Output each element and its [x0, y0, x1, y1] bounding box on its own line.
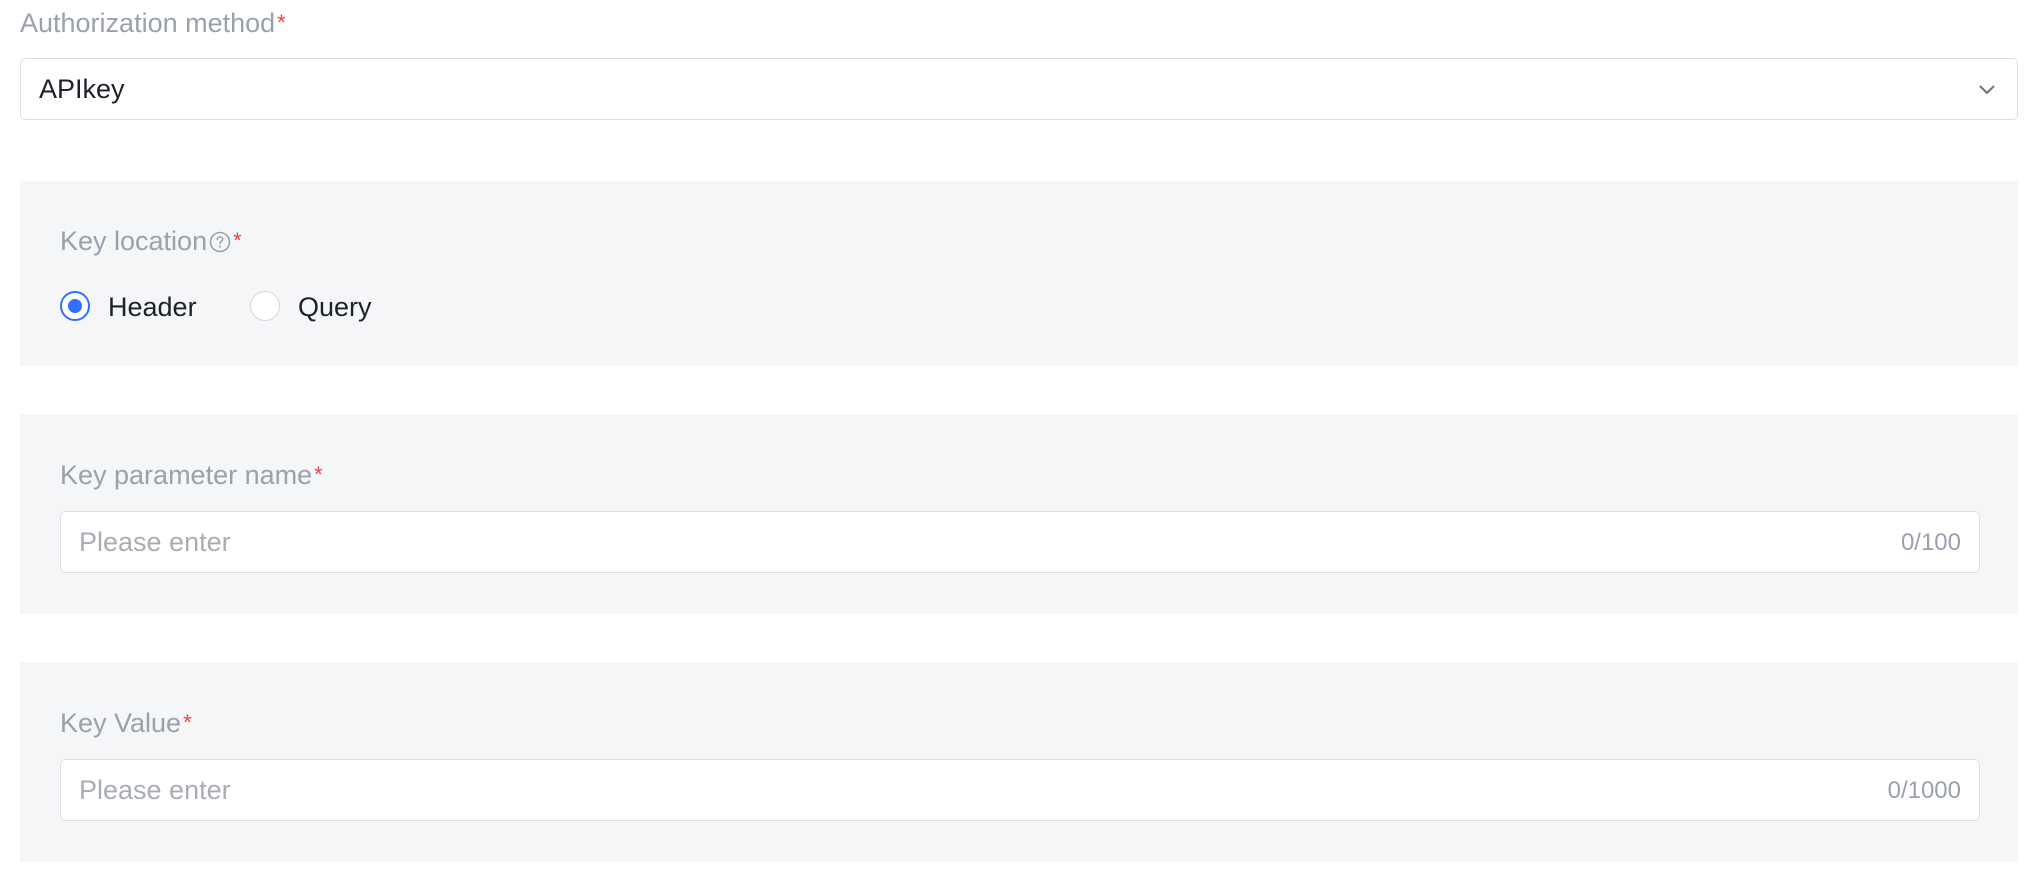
key-value-label: Key Value* [60, 706, 192, 740]
key-location-label: Key location * [60, 224, 242, 258]
auth-method-select[interactable]: APIkey [20, 58, 2018, 120]
radio-circle-checked[interactable] [60, 291, 90, 321]
required-mark: * [183, 710, 192, 735]
key-param-name-label: Key parameter name* [60, 458, 323, 492]
key-param-name-input[interactable] [79, 524, 1779, 560]
auth-method-label: Authorization method* [20, 6, 286, 40]
radio-circle-unchecked[interactable] [250, 291, 280, 321]
key-param-name-label-text: Key parameter name [60, 460, 313, 490]
radio-query-label: Query [298, 292, 372, 322]
key-value-label-text: Key Value [60, 708, 182, 738]
auth-method-selected-value: APIkey [39, 74, 125, 104]
auth-method-label-text: Authorization method [20, 8, 276, 38]
required-mark: * [233, 228, 242, 253]
radio-header-label: Header [108, 292, 197, 322]
required-mark: * [277, 10, 286, 35]
question-circle-icon[interactable] [209, 231, 231, 253]
key-param-name-field[interactable]: 0/100 [60, 511, 1980, 573]
char-counter: 0/1000 [1887, 777, 1961, 804]
key-location-label-text: Key location [60, 226, 208, 256]
required-mark: * [314, 462, 323, 487]
key-location-panel [20, 181, 2018, 366]
key-value-input[interactable] [79, 772, 1779, 808]
radio-query[interactable]: Query [250, 290, 410, 324]
char-counter: 0/100 [1900, 529, 1961, 556]
radio-header[interactable]: Header [60, 290, 220, 324]
chevron-down-icon [1979, 85, 1995, 95]
key-value-field[interactable]: 0/1000 [60, 759, 1980, 821]
